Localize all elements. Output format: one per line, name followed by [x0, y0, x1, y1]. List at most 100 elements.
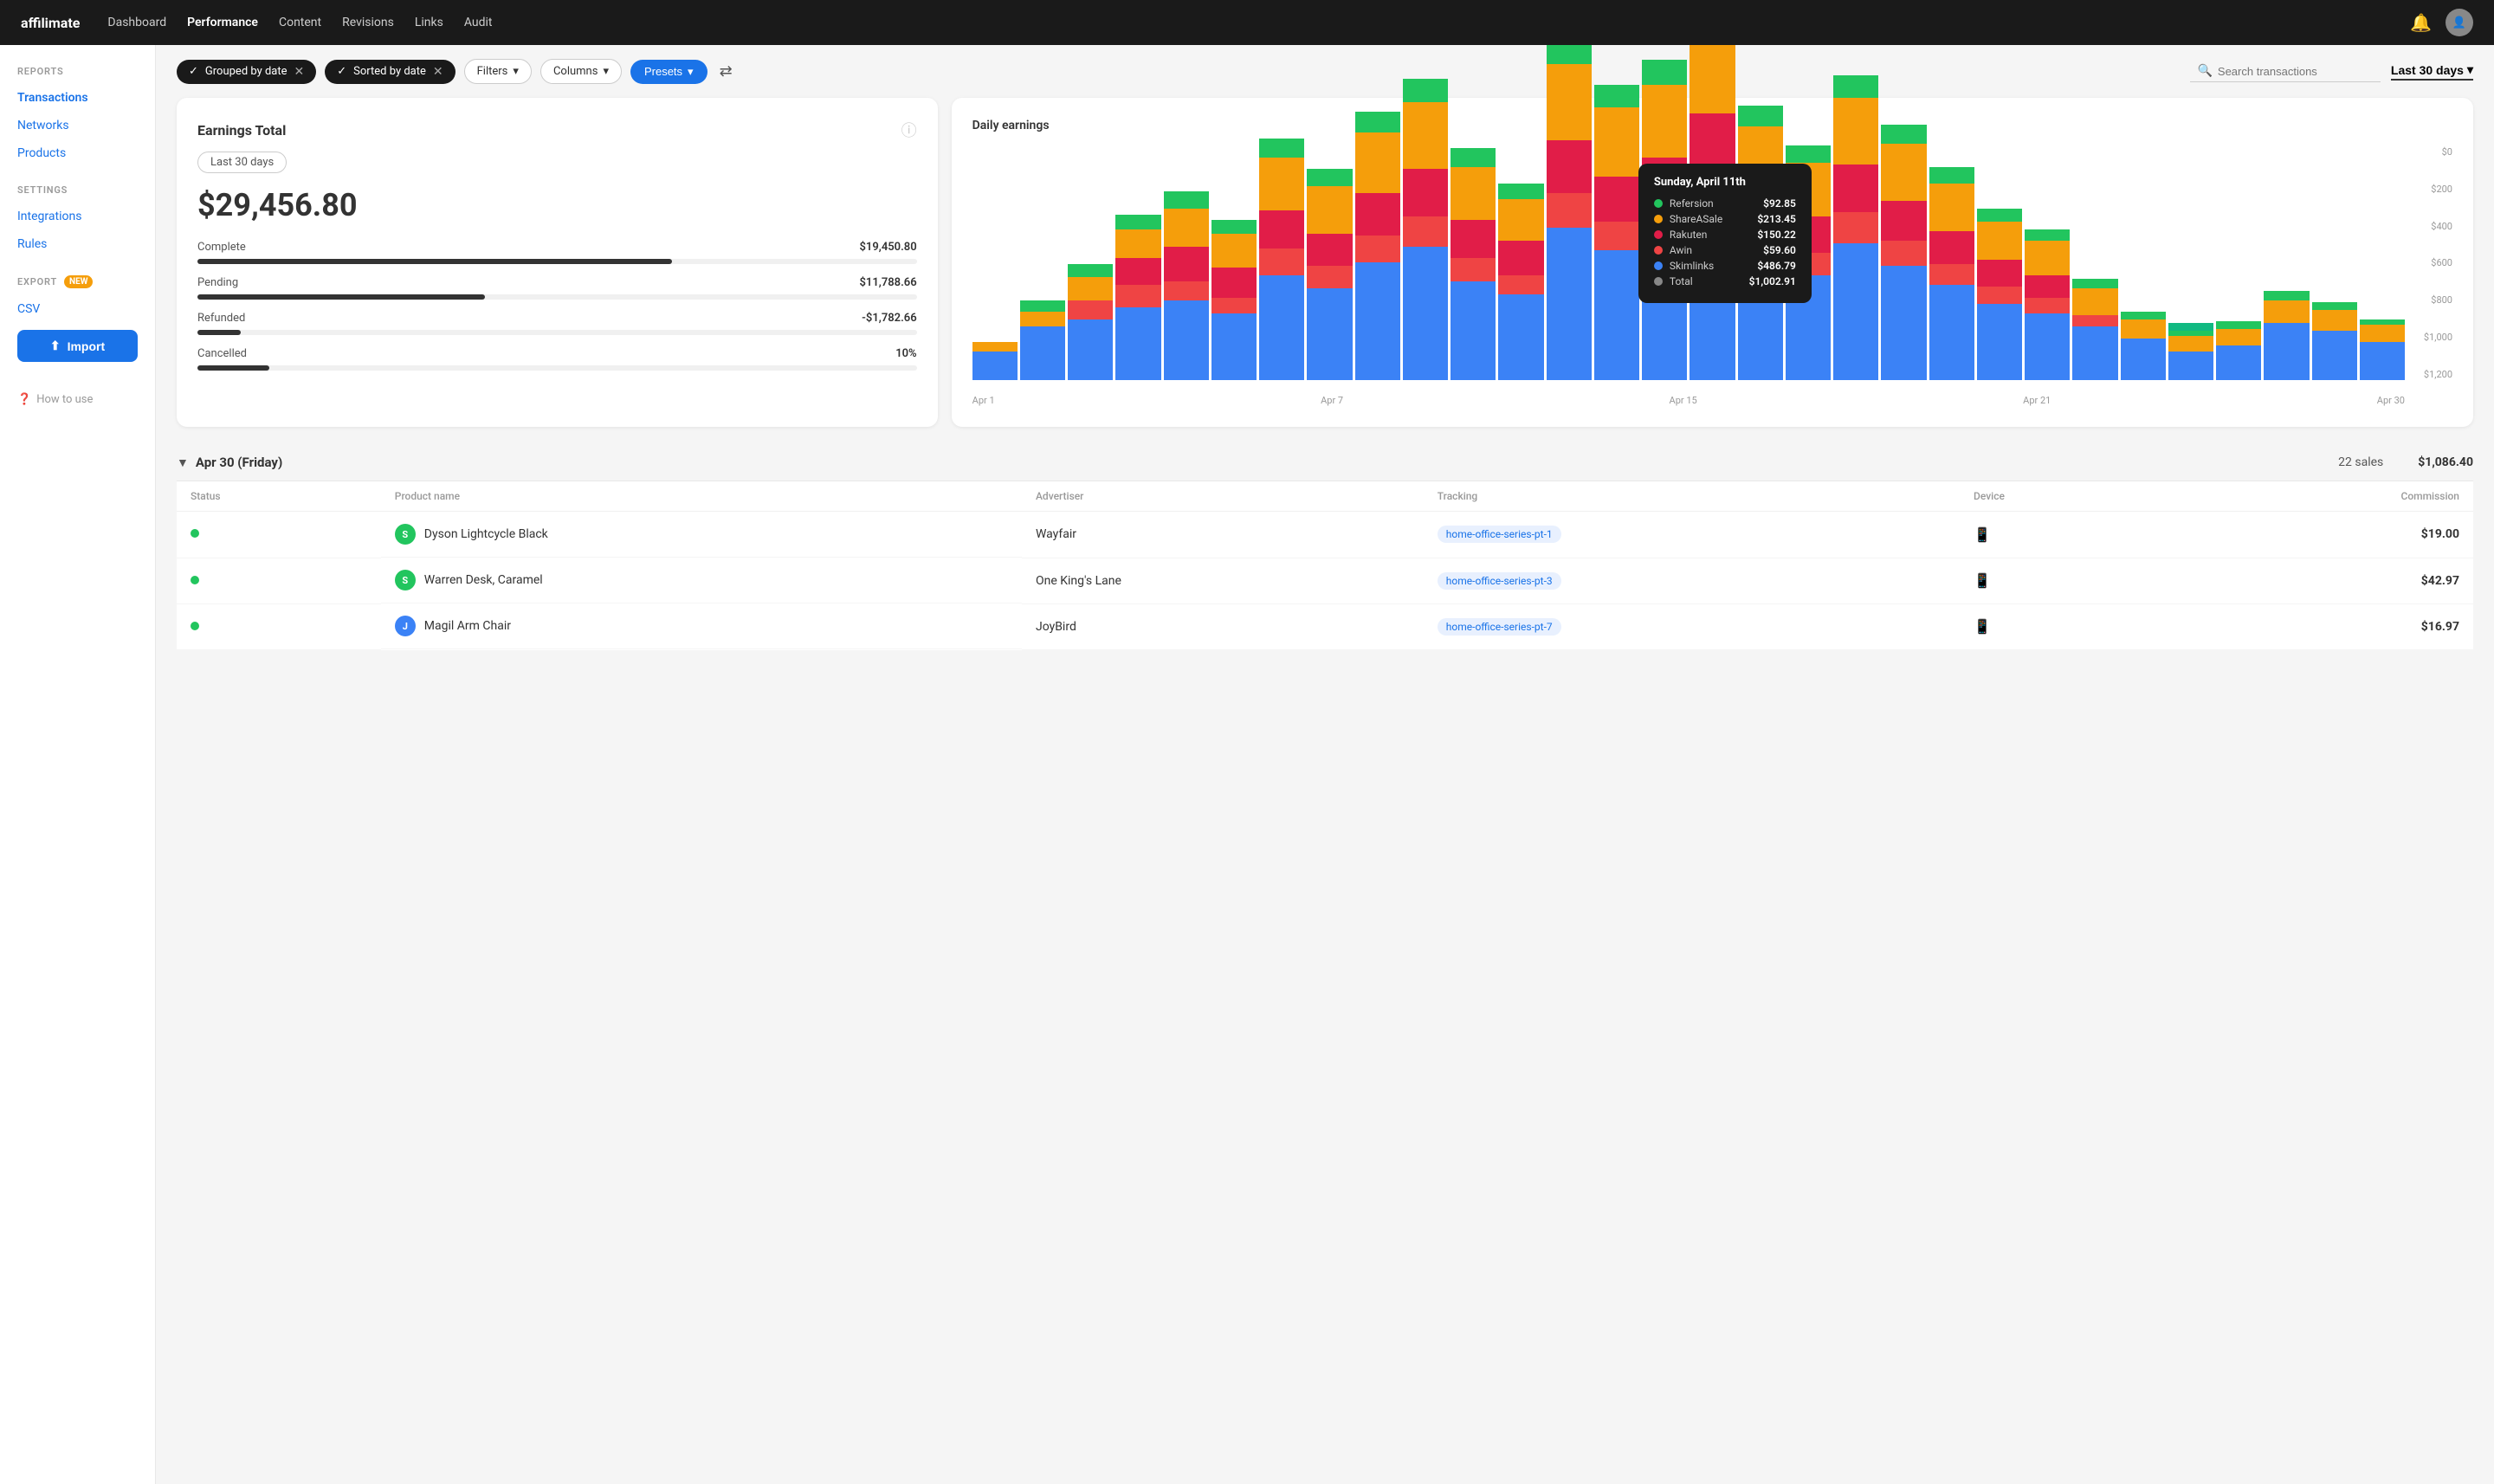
bar-group-13 [1594, 146, 1639, 380]
nav-content[interactable]: Content [279, 16, 321, 29]
bar-segment-4-4 [1164, 191, 1209, 209]
bar-stack-27 [2264, 291, 2309, 380]
bar-segment-23-2 [2072, 288, 2117, 315]
bar-segment-2-2 [1068, 277, 1113, 300]
product-name-1: Warren Desk, Caramel [424, 573, 543, 587]
how-to-use[interactable]: ❓ How to use [0, 379, 155, 406]
nav-revisions[interactable]: Revisions [342, 16, 394, 29]
sidebar-item-products[interactable]: Products [0, 139, 155, 167]
commission-cell-1: $42.97 [2168, 558, 2474, 603]
bar-stack-5 [1211, 220, 1257, 380]
tooltip-val-0: $92.85 [1763, 197, 1796, 210]
grouped-by-date-chip[interactable]: ✓ Grouped by date ✕ [177, 60, 316, 84]
presets-button[interactable]: Presets ▾ [630, 60, 707, 84]
chart-tooltip: Sunday, April 11th Refersion $92.85 Shar… [1638, 164, 1812, 303]
bar-segment-28-0 [2312, 331, 2357, 380]
bar-stack-7 [1307, 169, 1352, 380]
chevron-down-icon-4: ▾ [2467, 62, 2473, 77]
nav-dashboard[interactable]: Dashboard [107, 16, 166, 29]
sidebar-item-transactions[interactable]: Transactions [0, 84, 155, 112]
bar-segment-25-2 [2168, 331, 2213, 337]
tooltip-val-2: $150.22 [1757, 229, 1796, 241]
bar-stack-0 [972, 342, 1018, 380]
status-cell-0 [177, 512, 381, 558]
info-icon[interactable]: ⓘ [901, 119, 917, 141]
pending-label: Pending [197, 276, 238, 289]
commission-cell-2: $16.97 [2168, 603, 2474, 649]
nav-audit[interactable]: Audit [464, 16, 493, 29]
earnings-pending-row: Pending $11,788.66 [197, 276, 917, 289]
date-range-label: Last 30 days [2391, 63, 2464, 77]
bar-group-5 [1211, 146, 1257, 380]
bar-segment-8-1 [1355, 236, 1400, 262]
date-range-button[interactable]: Last 30 days ▾ [2391, 62, 2473, 81]
bar-stack-22 [2025, 229, 2070, 380]
bar-group-0 [972, 146, 1018, 380]
bar-stack-26 [2216, 321, 2261, 380]
search-input[interactable] [2218, 65, 2374, 78]
bar-segment-11-2 [1498, 241, 1543, 275]
bar-segment-1-2 [1020, 300, 1065, 312]
sidebar-item-rules[interactable]: Rules [0, 230, 155, 258]
tooltip-row-0: Refersion $92.85 [1654, 197, 1796, 210]
bar-segment-2-1 [1068, 300, 1113, 319]
bar-segment-25-0 [2168, 352, 2213, 380]
close-grouped-icon[interactable]: ✕ [294, 65, 305, 79]
product-cell-2: J Magil Arm Chair [381, 603, 1022, 649]
x-apr21: Apr 21 [2023, 395, 2051, 406]
nav-performance[interactable]: Performance [187, 16, 258, 29]
bar-segment-4-2 [1164, 247, 1209, 281]
nav-links[interactable]: Links [415, 16, 443, 29]
filters-dropdown[interactable]: Filters ▾ [464, 59, 532, 84]
topnav-right: 🔔 👤 [2410, 9, 2473, 36]
product-name-0: Dyson Lightcycle Black [424, 527, 548, 541]
bar-segment-19-4 [1881, 125, 1926, 144]
bar-segment-13-1 [1594, 222, 1639, 250]
bell-icon[interactable]: 🔔 [2410, 12, 2432, 33]
bar-segment-6-2 [1259, 210, 1304, 248]
bar-segment-19-3 [1881, 144, 1926, 201]
bar-segment-22-3 [2025, 241, 2070, 275]
sidebar-item-integrations[interactable]: Integrations [0, 203, 155, 230]
bar-stack-10 [1451, 148, 1496, 380]
bar-segment-13-3 [1594, 107, 1639, 176]
bar-group-18 [1833, 146, 1878, 380]
sorted-by-date-chip[interactable]: ✓ Sorted by date ✕ [325, 60, 455, 84]
bar-segment-7-1 [1307, 266, 1352, 288]
status-dot-0 [191, 529, 199, 538]
import-button[interactable]: ⬆ Import [17, 330, 138, 362]
date-group-header[interactable]: ▼ Apr 30 (Friday) 22 sales $1,086.40 [177, 444, 2473, 481]
bar-group-2 [1068, 146, 1113, 380]
close-sorted-icon[interactable]: ✕ [433, 65, 443, 79]
bar-segment-2-0 [1068, 319, 1113, 380]
period-badge: Last 30 days [197, 152, 287, 173]
columns-dropdown[interactable]: Columns ▾ [540, 59, 622, 84]
adjust-icon[interactable]: ⇄ [720, 62, 733, 81]
bar-stack-9 [1403, 79, 1448, 380]
tooltip-row-1: ShareASale $213.45 [1654, 213, 1796, 225]
bar-segment-6-3 [1259, 158, 1304, 211]
cancelled-value: 10% [895, 347, 916, 360]
bar-segment-20-2 [1929, 231, 1974, 263]
bar-segment-23-0 [2072, 326, 2117, 380]
th-status: Status [177, 481, 381, 512]
app-body: REPORTS Transactions Networks Products S… [0, 45, 2494, 1484]
avatar[interactable]: 👤 [2446, 9, 2473, 36]
pending-value: $11,788.66 [859, 276, 916, 289]
bar-stack-24 [2121, 312, 2166, 380]
bar-group-19 [1881, 146, 1926, 380]
bar-segment-9-1 [1403, 216, 1448, 247]
sidebar-item-networks[interactable]: Networks [0, 112, 155, 139]
bar-segment-12-4 [1547, 45, 1592, 64]
device-cell-0: 📱 [1960, 512, 2168, 558]
bar-segment-13-4 [1594, 85, 1639, 107]
tooltip-label-0: Refersion [1670, 197, 1756, 210]
earnings-card: Earnings Total ⓘ Last 30 days $29,456.80… [177, 98, 938, 427]
complete-progress-fill [197, 259, 672, 264]
table-body: S Dyson Lightcycle Black Wayfair home-of… [177, 512, 2473, 650]
date-group-total: $1,086.40 [2418, 455, 2473, 469]
chart-card: Daily earnings $1,200 $1,000 $800 $600 $… [952, 98, 2473, 427]
bar-segment-15-2 [1690, 113, 1735, 171]
bar-stack-2 [1068, 264, 1113, 380]
sidebar-item-csv[interactable]: CSV [0, 295, 155, 323]
